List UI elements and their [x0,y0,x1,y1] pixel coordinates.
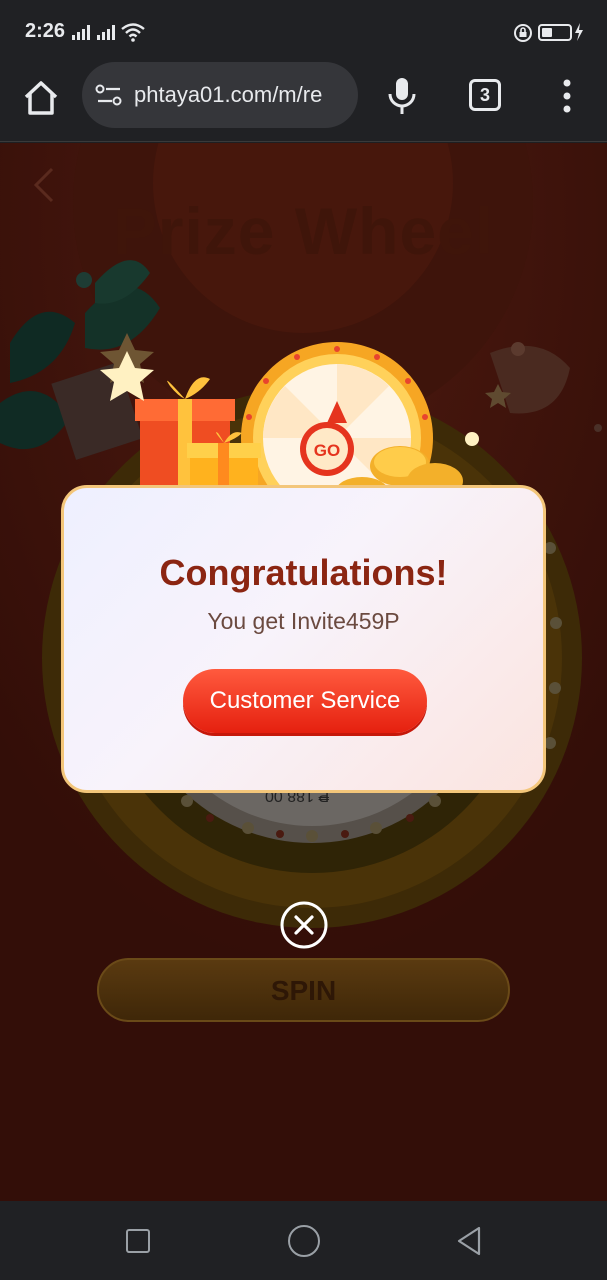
signal-icon [72,24,90,40]
address-bar[interactable]: phtaya01.com/m/re [82,62,358,128]
home-icon[interactable] [20,77,62,119]
status-time: 2:26 [25,20,66,42]
customer-service-button[interactable]: Customer Service [183,669,427,733]
spin-button[interactable]: SPIN [97,958,510,1022]
dialog-message: You get Invite459P [207,608,400,634]
more-menu-icon[interactable] [555,76,579,116]
close-icon[interactable] [279,900,329,950]
web-page: Prize Wheel ₱ 188.00 SPIN GO Congratulat… [0,143,607,1201]
battery-icon [538,24,572,41]
dialog-title: Congratulations! [159,552,448,593]
modal-wheel-decoration: GO [100,342,479,496]
rotation-lock-icon [514,24,532,42]
status-bar: 2:26 [0,0,607,62]
back-triangle-icon[interactable] [455,1225,483,1257]
tab-switcher-button[interactable]: 3 [469,79,501,111]
microphone-icon[interactable] [385,76,419,116]
system-nav-bar [0,1201,607,1280]
wheel-go-label: GO [314,441,340,460]
site-settings-icon[interactable] [94,82,124,108]
spin-button-label: SPIN [270,975,337,1006]
congratulations-dialog: Congratulations! You get Invite459P Cust… [61,485,546,793]
url-text[interactable]: phtaya01.com/m/re [134,82,352,108]
charging-icon [575,23,583,41]
recent-apps-icon[interactable] [126,1229,150,1253]
browser-toolbar: phtaya01.com/m/re 3 [0,62,607,142]
signal-icon-2 [97,24,115,40]
home-circle-icon[interactable] [288,1225,320,1257]
page-title: Prize Wheel [112,194,495,268]
screen: 2:26 phtaya01.com/m/re 3 Prize Wheel ₱ 1… [0,0,607,1280]
customer-service-label: Customer Service [209,687,401,714]
wifi-icon [121,23,145,42]
